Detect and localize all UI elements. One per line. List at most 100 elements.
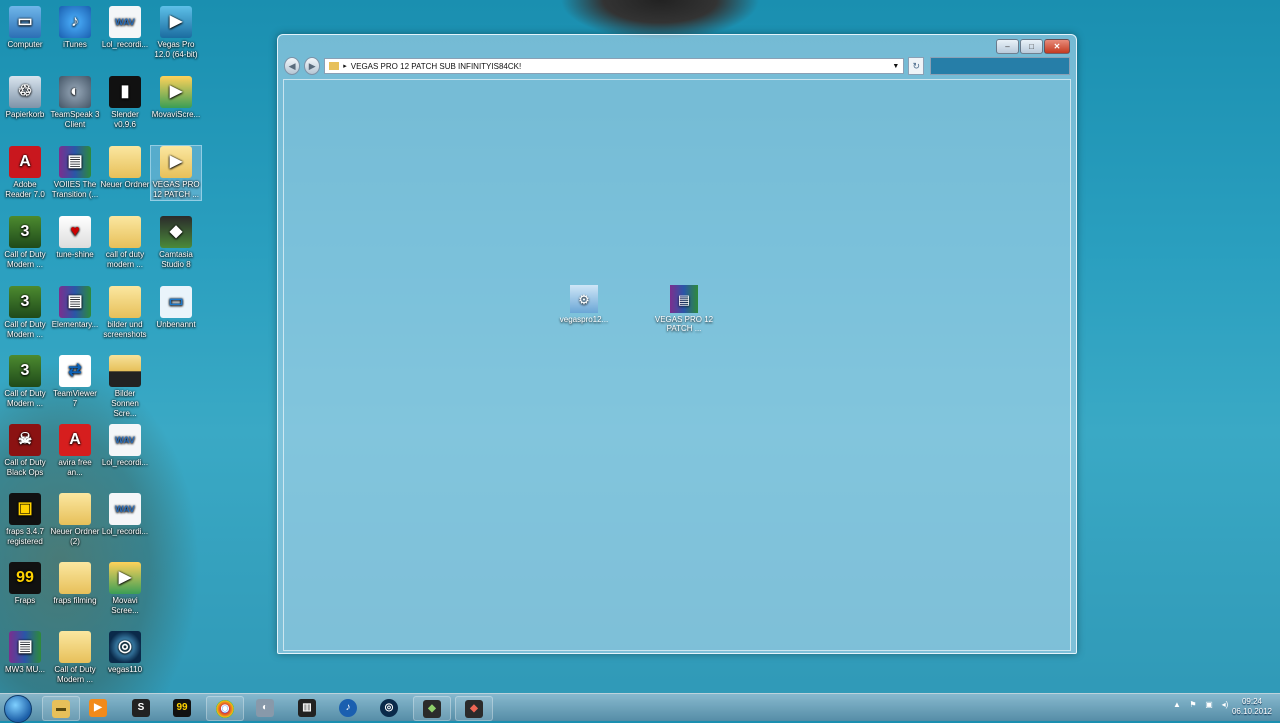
desktop-icon-unbenannt[interactable]: ▭ Unbenannt xyxy=(151,286,201,330)
desktop-icon-vegas110[interactable]: ◎ vegas110 xyxy=(100,631,150,675)
skull-icon: ☠ xyxy=(9,424,41,456)
desktop-icon-cod-modern-folder[interactable]: call of duty modern ... xyxy=(100,216,150,270)
show-hidden-icons[interactable]: ▲ xyxy=(1172,700,1182,710)
file-label: VEGAS PRO 12 PATCH ... xyxy=(654,315,714,333)
taskbar-winamp[interactable]: ▥ xyxy=(289,696,325,719)
camtasia-recorder-icon: ◆ xyxy=(465,699,483,718)
desktop-icon-cod-mw-folder[interactable]: Call of Duty Modern ... xyxy=(50,631,100,685)
desktop-icon-fraps-filming[interactable]: fraps filming xyxy=(50,562,100,606)
camtasia-icon: ◆ xyxy=(160,216,192,248)
taskbar-chrome[interactable]: ◉ xyxy=(206,696,244,721)
desktop-icon-neuer-ordner-2[interactable]: Neuer Ordner (2) xyxy=(50,493,100,547)
chrome-icon: ◉ xyxy=(216,699,234,718)
movavi-icon: ▶ xyxy=(160,76,192,108)
icon-label: Neuer Ordner (2) xyxy=(50,527,100,546)
icon-label: Neuer Ordner xyxy=(100,180,150,189)
desktop-icon-bilder-screenshots[interactable]: bilder und screenshots xyxy=(100,286,150,340)
desktop-icon-vegas-pro[interactable]: ▶ Vegas Pro 12.0 (64-bit) xyxy=(151,6,201,60)
folder-icon xyxy=(59,631,91,663)
wav-file-icon: WAV xyxy=(109,6,141,38)
volume-icon[interactable]: ◂) xyxy=(1220,700,1230,710)
desktop-icon-camtasia[interactable]: ◆ Camtasia Studio 8 xyxy=(151,216,201,270)
icon-label: Call of Duty Modern ... xyxy=(54,665,96,684)
taskbar-camtasia[interactable]: ◆ xyxy=(413,696,451,721)
camtasia-icon: ◆ xyxy=(423,699,441,718)
clock[interactable]: 09:24 06.10.2012 xyxy=(1230,697,1274,717)
icon-label: fraps 3.4.7 registered xyxy=(6,527,44,546)
folder-content[interactable]: ⚙ vegaspro12... ▤ VEGAS PRO 12 PATCH ... xyxy=(283,79,1071,651)
taskbar-steam[interactable]: S xyxy=(123,696,159,719)
taskbar-camtasia-recorder[interactable]: ◆ xyxy=(455,696,493,721)
folder-icon: ▶ xyxy=(160,146,192,178)
refresh-button[interactable]: ↻ xyxy=(908,57,925,75)
desktop-icon-tune-shine[interactable]: ♥ tune-shine xyxy=(50,216,100,260)
desktop-icon-teamspeak[interactable]: ◐ TeamSpeak 3 Client xyxy=(50,76,100,130)
desktop-icon-neuer-ordner[interactable]: Neuer Ordner xyxy=(100,146,150,190)
network-icon[interactable]: ▣ xyxy=(1204,700,1214,710)
icon-label: avira free an... xyxy=(58,458,92,477)
cod-icon: 3 xyxy=(9,286,41,318)
desktop-icon-bilder-sonnen[interactable]: Bilder Sonnen Scre... xyxy=(100,355,150,419)
action-center-icon[interactable]: ⚑ xyxy=(1188,700,1198,710)
file-item-vegas-patch[interactable]: ▤ VEGAS PRO 12 PATCH ... xyxy=(654,285,714,333)
taskbar-media-player[interactable]: ▶ xyxy=(80,696,116,719)
fraps-icon: 99 xyxy=(9,562,41,594)
desktop-icon-cod-black-ops[interactable]: ☠ Call of Duty Black Ops xyxy=(0,424,50,478)
minimize-button[interactable]: – xyxy=(996,39,1019,54)
desktop-icon-movavi-2[interactable]: ▶ Movavi Scree... xyxy=(100,562,150,616)
desktop-icon-voiies[interactable]: ▤ VOIIES The Transition (... xyxy=(50,146,100,200)
avira-icon: A xyxy=(59,424,91,456)
icon-label: Slender v0.9.6 xyxy=(111,110,139,129)
start-button[interactable] xyxy=(4,695,32,723)
movavi-icon: ▶ xyxy=(109,562,141,594)
itunes-icon: ♪ xyxy=(339,698,357,717)
icon-label: Camtasia Studio 8 xyxy=(159,250,193,269)
desktop-icon-fraps[interactable]: 99 Fraps xyxy=(0,562,50,606)
desktop-icon-cod-mw-3[interactable]: 3 Call of Duty Modern ... xyxy=(0,355,50,409)
address-path: VEGAS PRO 12 PATCH SUB INFINITYIS84CK! xyxy=(350,61,522,71)
desktop-icon-cod-mw[interactable]: 3 Call of Duty Modern ... xyxy=(0,216,50,270)
desktop-icon-recycle-bin[interactable]: ♲ Papierkorb xyxy=(0,76,50,120)
icon-label: bilder und screenshots xyxy=(103,320,147,339)
chevron-down-icon[interactable]: ▼ xyxy=(892,63,899,70)
desktop-icon-slender[interactable]: ▮ Slender v0.9.6 xyxy=(100,76,150,130)
close-button[interactable]: ✕ xyxy=(1044,39,1070,54)
desktop-icon-teamviewer[interactable]: ⇄ TeamViewer 7 xyxy=(50,355,100,409)
taskbar-teamspeak[interactable]: ◐ xyxy=(247,696,283,719)
navigation-bar: ◀ ▶ ▸ VEGAS PRO 12 PATCH SUB INFINITYIS8… xyxy=(284,57,1071,75)
desktop-icon-elementary[interactable]: ▤ Elementary... xyxy=(50,286,100,330)
back-button[interactable]: ◀ xyxy=(284,57,301,75)
explorer-window[interactable]: – □ ✕ ◀ ▶ ▸ VEGAS PRO 12 PATCH SUB INFIN… xyxy=(277,34,1077,654)
maximize-button[interactable]: □ xyxy=(1020,39,1043,54)
taskbar-vegas[interactable]: ◎ xyxy=(371,696,407,719)
file-item-vegaspro12[interactable]: ⚙ vegaspro12... xyxy=(554,285,614,324)
desktop-icon-cod-mw-2[interactable]: 3 Call of Duty Modern ... xyxy=(0,286,50,340)
forward-button[interactable]: ▶ xyxy=(304,57,321,75)
archive-icon: ▤ xyxy=(59,286,91,318)
desktop-icon-vegas-patch[interactable]: ▶ VEGAS PRO 12 PATCH ... xyxy=(150,145,202,201)
breadcrumb-arrow-icon[interactable]: ▸ xyxy=(343,62,347,70)
icon-label: TeamSpeak 3 Client xyxy=(50,110,100,129)
desktop-icon-lol-recording-2[interactable]: WAV Lol_recordi... xyxy=(100,424,150,468)
desktop-icon-mw3[interactable]: ▤ MW3 MU... xyxy=(0,631,50,675)
desktop-icon-computer[interactable]: ▭ Computer xyxy=(0,6,50,50)
taskbar-explorer[interactable]: ▬ xyxy=(42,696,80,721)
desktop-icon-adobe-reader[interactable]: A Adobe Reader 7.0 xyxy=(0,146,50,200)
desktop-icon-itunes[interactable]: ♪ iTunes xyxy=(50,6,100,50)
icon-label: Papierkorb xyxy=(5,110,45,119)
archive-icon: ▤ xyxy=(670,285,698,313)
desktop-icon-lol-recording-3[interactable]: WAV Lol_recordi... xyxy=(100,493,150,537)
file-label: vegaspro12... xyxy=(559,315,609,324)
desktop-icon-movavi[interactable]: ▶ MovaviScre... xyxy=(151,76,201,120)
desktop-icon-avira[interactable]: Aavira free an... xyxy=(50,424,100,478)
slender-icon: ▮ xyxy=(109,76,141,108)
taskbar-itunes[interactable]: ♪ xyxy=(330,696,366,719)
search-input[interactable] xyxy=(930,57,1071,75)
teamviewer-icon: ⇄ xyxy=(59,355,91,387)
explorer-icon: ▬ xyxy=(52,699,70,718)
taskbar-fraps[interactable]: 99 xyxy=(164,696,200,719)
desktop-icon-fraps-registered[interactable]: ▣ fraps 3.4.7 registered xyxy=(0,493,50,547)
desktop-icon-lol-recording-1[interactable]: WAV Lol_recordi... xyxy=(100,6,150,50)
address-bar[interactable]: ▸ VEGAS PRO 12 PATCH SUB INFINITYIS84CK!… xyxy=(324,58,905,74)
cod-icon: 3 xyxy=(9,355,41,387)
